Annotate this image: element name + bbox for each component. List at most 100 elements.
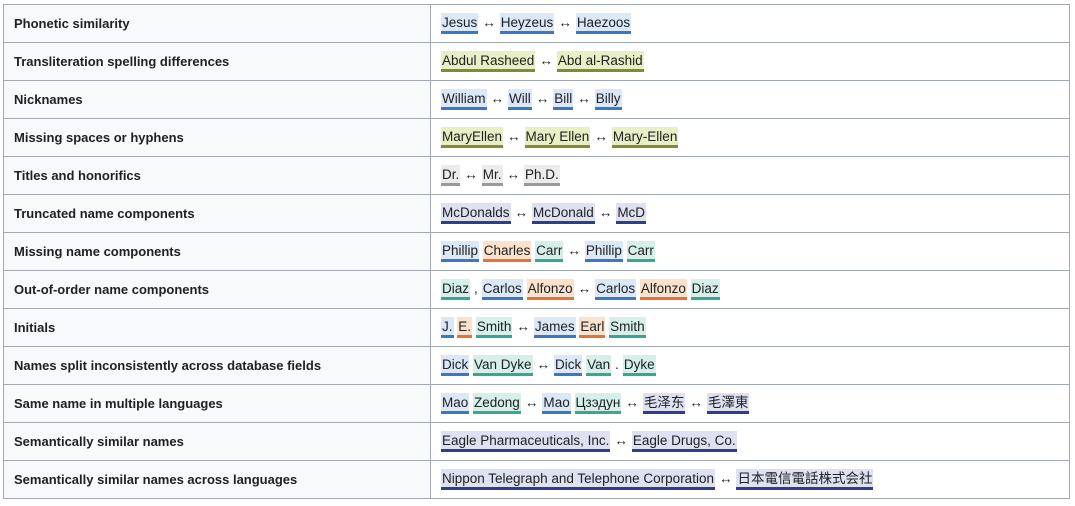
row-examples: J. E. Smith ↔ James Earl Smith [430,308,1070,347]
equivalence-arrow: ↔ [594,129,608,144]
name-token: Mary-Ellen [611,127,679,148]
table-row: Semantically similar names Eagle Pharmace… [3,422,1070,461]
name-token: Цзэдун [574,393,622,414]
row-label: Missing spaces or hyphens [3,118,431,157]
name-token: Ph.D. [524,165,560,186]
equivalence-arrow: ↔ [514,205,529,220]
name-token: Mao [441,393,470,414]
table-row: Transliteration spelling differences Abdu… [3,42,1070,81]
name-token: Smith [475,317,513,338]
equivalence-arrow: ↔ [535,91,550,106]
name-token: MaryEllen [441,127,504,148]
row-label: Truncated name components [3,194,431,233]
name-token: Carr [626,241,655,262]
row-label: Nicknames [3,80,431,119]
equivalence-arrow: ↔ [625,395,639,410]
name-token: Eagle Pharmaceuticals, Inc. [441,431,611,452]
equivalence-arrow: ↔ [558,15,572,30]
name-token: 毛泽东 [642,393,686,414]
name-token: Carr [535,241,564,262]
row-examples: Eagle Pharmaceuticals, Inc. ↔ Eagle Drugs,… [430,422,1070,461]
row-label: Semantically similar names [3,422,431,461]
equivalence-arrow: ↔ [524,395,539,410]
name-token: Zedong [473,393,521,414]
table-row: Missing name components Phillip Charles C… [3,232,1070,271]
name-token: Alfonzo [639,279,687,300]
equivalence-arrow: ↔ [539,53,553,68]
name-token: Phillip [584,241,623,262]
equivalence-arrow: ↔ [536,357,551,372]
table-row: Titles and honorifics Dr. ↔ Mr. ↔ Ph.D. [3,156,1070,195]
punctuation-separator: . [615,357,619,372]
table-row: Same name in multiple languages Mao Zedon… [3,384,1070,423]
name-token: Eagle Drugs, Co. [631,431,737,452]
equivalence-arrow: ↔ [577,281,592,296]
name-token: Charles [482,241,532,262]
table-row: Phonetic similarity Jesus ↔ Heyzeus ↔ Haezoos [3,4,1070,43]
row-label: Transliteration spelling differences [3,42,431,81]
equivalence-arrow: ↔ [689,395,703,410]
name-token: Earl [579,317,606,338]
equivalence-arrow: ↔ [482,15,496,30]
table-row: Out-of-order name components Diaz, Carlos … [3,270,1070,309]
row-label: Out-of-order name components [3,270,431,309]
name-token: Diaz [441,279,471,300]
row-label: Initials [3,308,431,347]
row-examples: Dick Van Dyke ↔ Dick Van. Dyke [430,346,1070,385]
name-token: Nippon Telegraph and Telephone Corporati… [441,469,715,490]
name-token: Dick [554,355,583,376]
equivalence-arrow: ↔ [516,319,530,334]
name-token: Abdul Rasheed [441,51,536,72]
table-row: Missing spaces or hyphens MaryEllen ↔ Mary … [3,118,1070,157]
name-variation-table: Phonetic similarity Jesus ↔ Heyzeus ↔ Haezoos… [3,4,1070,499]
name-token: Phillip [441,241,480,262]
name-token: Smith [609,317,646,338]
row-examples: McDonalds ↔ McDonald ↔ McD [430,194,1070,233]
row-examples: Phillip Charles Carr ↔ Phillip Carr [430,232,1070,271]
equivalence-arrow: ↔ [490,91,505,106]
table-row: Semantically similar names across langua… [3,460,1070,499]
name-token: Van [586,355,612,376]
name-token: E. [457,317,473,338]
table-row: Names split inconsistently across databa… [3,346,1070,385]
name-token: McD [616,203,647,224]
name-token: Alfonzo [526,279,574,300]
table-row: Nicknames William ↔ Will ↔ Bill ↔ Billy [3,80,1070,119]
table-body: Phonetic similarity Jesus ↔ Heyzeus ↔ Haezoos… [3,4,1070,499]
name-token: Heyzeus [499,13,555,34]
name-token: Van Dyke [473,355,533,376]
row-examples: MaryEllen ↔ Mary Ellen ↔ Mary-Ellen [430,118,1070,157]
name-token: Dr. [441,165,461,186]
row-label: Same name in multiple languages [3,384,431,423]
equivalence-arrow: ↔ [507,129,521,144]
row-examples: Dr. ↔ Mr. ↔ Ph.D. [430,156,1070,195]
name-token: James [533,317,576,338]
name-token: Haezoos [575,13,632,34]
row-label: Names split inconsistently across databa… [3,346,431,385]
equivalence-arrow: ↔ [506,167,521,182]
name-token: 日本電信電話株式会社 [736,469,874,490]
name-token: Diaz [690,279,720,300]
name-token: 毛澤東 [706,393,750,414]
row-examples: Abdul Rasheed ↔ Abd al-Rashid [430,42,1070,81]
name-token: McDonald [532,203,595,224]
row-label: Semantically similar names across langua… [3,460,431,499]
name-token: Bill [553,89,574,110]
table-row: Initials J. E. Smith ↔ James Earl Smith [3,308,1070,347]
equivalence-arrow: ↔ [464,167,478,182]
name-token: J. [441,317,454,338]
punctuation-separator: , [474,281,478,296]
name-token: Billy [594,89,622,110]
equivalence-arrow: ↔ [718,471,733,486]
name-token: Dick [441,355,470,376]
equivalence-arrow: ↔ [598,205,613,220]
equivalence-arrow: ↔ [577,91,591,106]
name-variation-table-container: Phonetic similarity Jesus ↔ Heyzeus ↔ Haezoos… [3,4,1070,499]
name-token: Мао [542,393,571,414]
name-token: Mr. [481,165,503,186]
name-token: Mary Ellen [524,127,591,148]
name-token: Will [508,89,532,110]
table-row: Truncated name components McDonalds ↔ McDon… [3,194,1070,233]
name-token: William [441,89,487,110]
name-token: Carlos [595,279,637,300]
